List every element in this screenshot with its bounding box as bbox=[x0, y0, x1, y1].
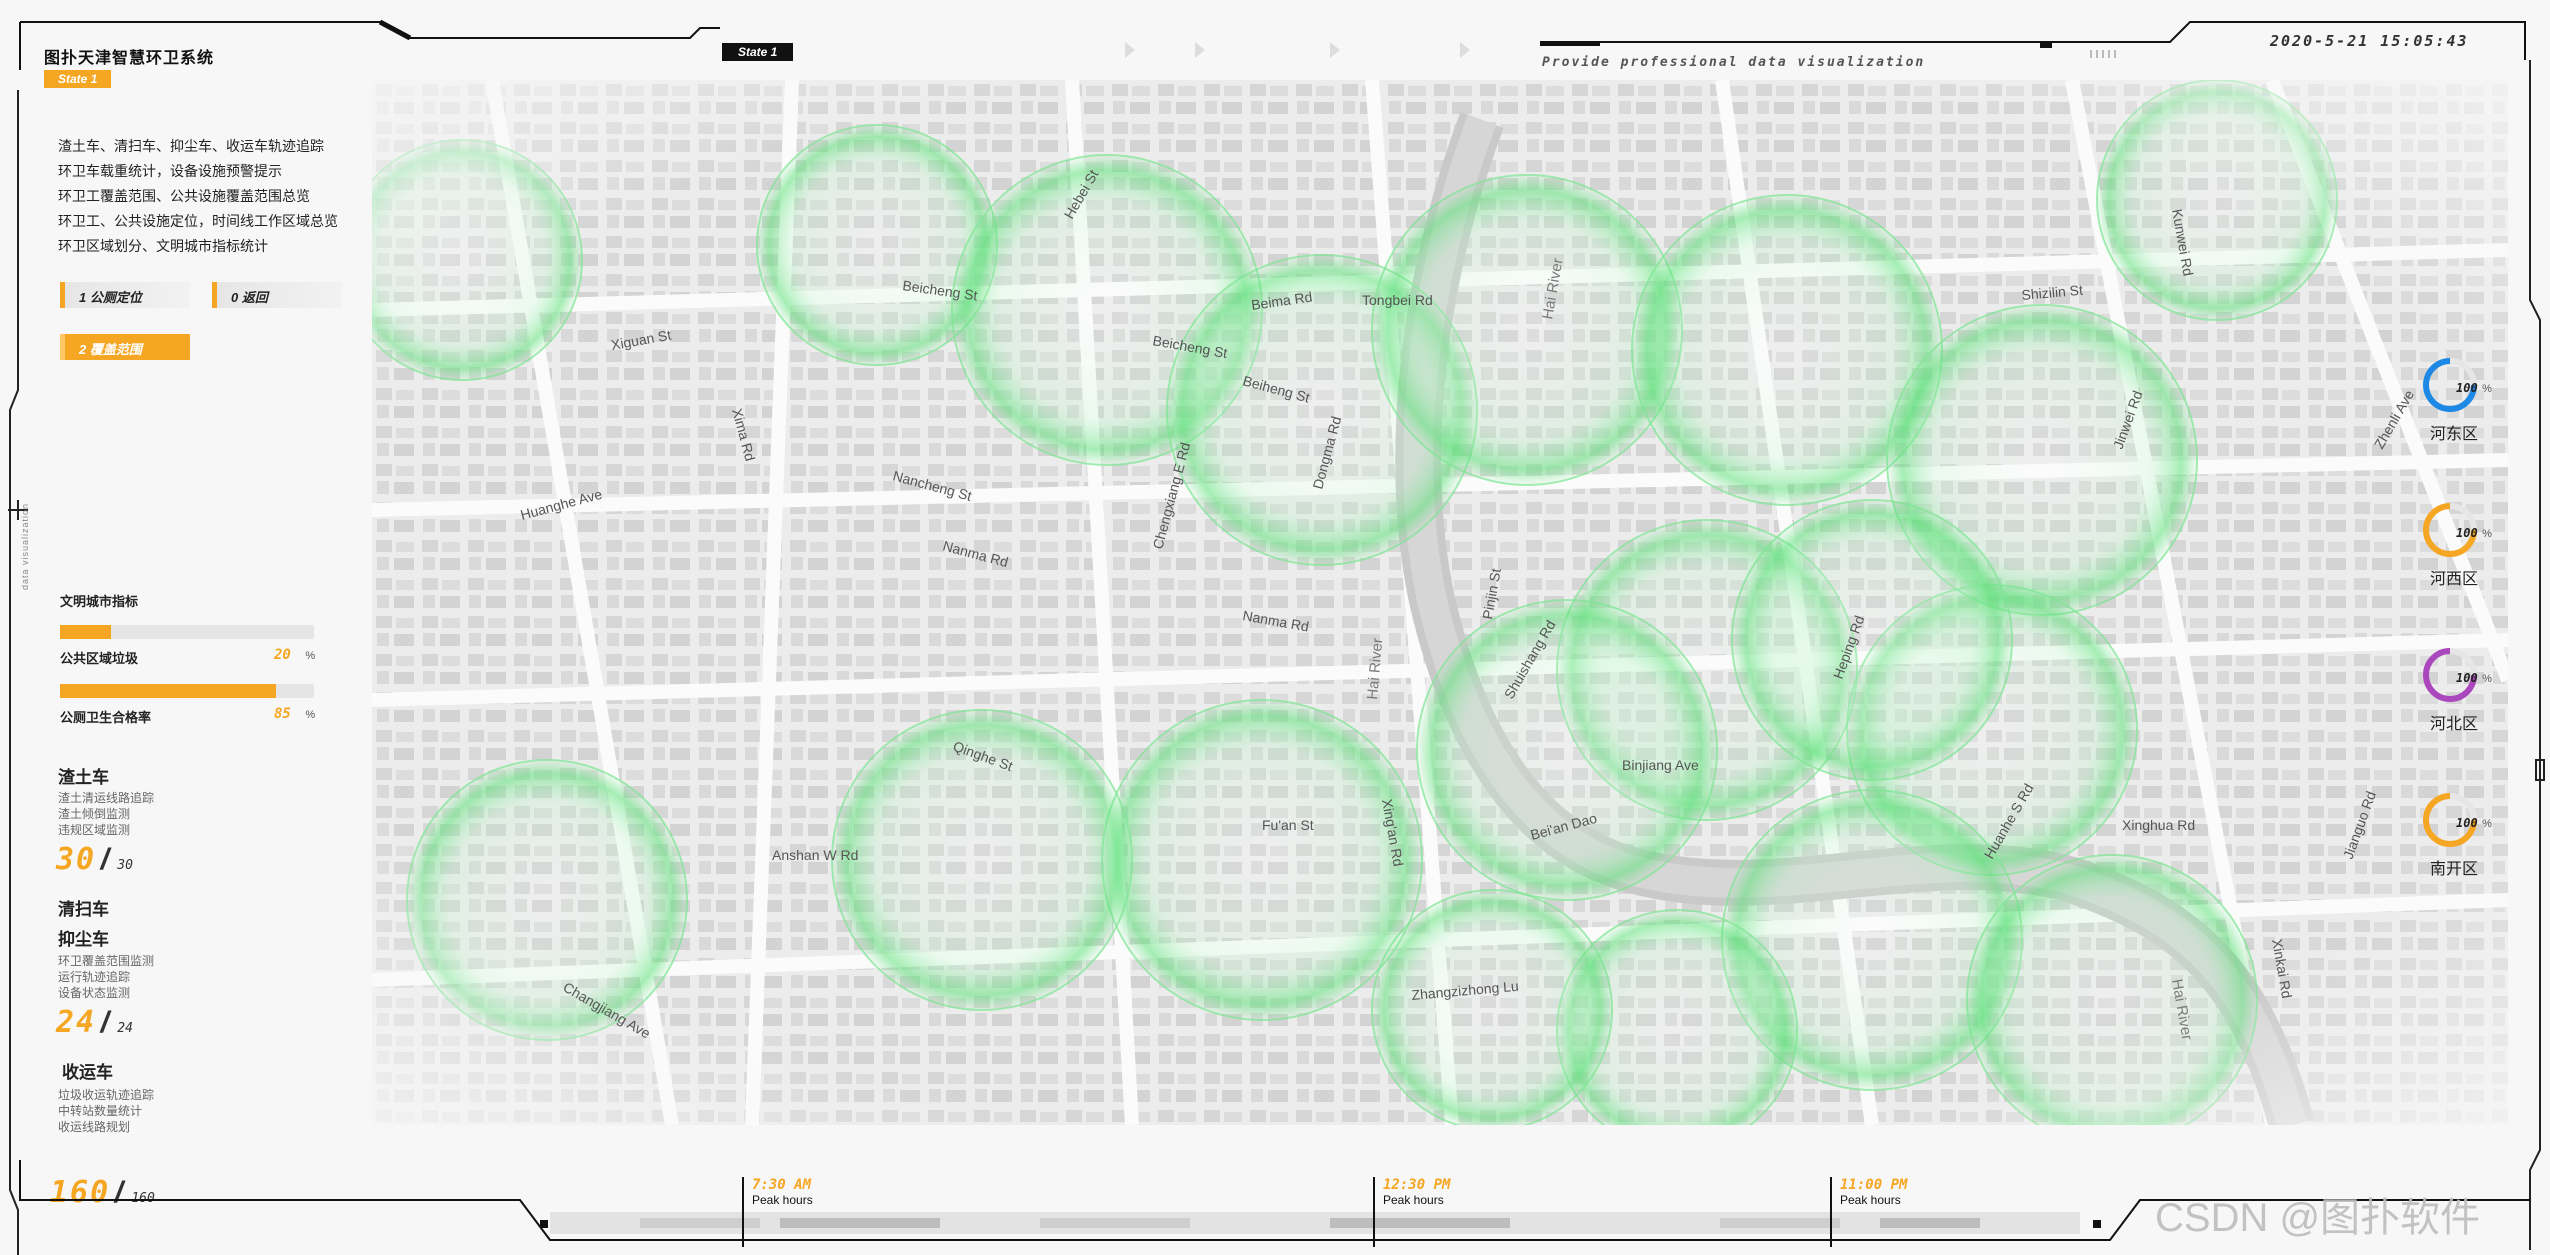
toilet-label: 公厕卫生合格率 bbox=[60, 710, 152, 725]
sweeper-count-value: 24 bbox=[56, 1005, 97, 1040]
gauge-value: 100 bbox=[2456, 381, 2478, 395]
desc-line: 设备状态监测 bbox=[58, 986, 131, 1000]
header-frame bbox=[19, 19, 2526, 70]
map-canvas: Beicheng St Beima Rd Tongbei RdXiguan StHu… bbox=[372, 80, 2508, 1125]
sweeper-count-total: 24 bbox=[117, 1021, 133, 1036]
peak-time: 12:30 PM bbox=[1383, 1177, 1451, 1193]
district-name: 河东区 bbox=[2430, 426, 2479, 443]
district-gauge[interactable]: 100 % 河北区 bbox=[2420, 645, 2530, 734]
slash: / bbox=[100, 1006, 118, 1039]
toilet-progress-fill bbox=[60, 684, 276, 698]
garbage-unit: % bbox=[305, 650, 316, 662]
datetime-display: 2020-5-21 15:05:43 bbox=[2270, 32, 2469, 50]
street-label: Anshan W Rd bbox=[772, 847, 858, 863]
desc-line: 违规区域监测 bbox=[58, 823, 131, 837]
district-gauge[interactable]: 100 % 南开区 bbox=[2420, 790, 2530, 879]
desc-line: 环卫覆盖范围监测 bbox=[58, 954, 155, 968]
app-title: 图扑天津智慧环卫系统 bbox=[44, 50, 215, 67]
timeline-marker[interactable]: 11:00 PM Peak hours bbox=[1830, 1177, 1907, 1247]
muck-truck-title: 渣土车 bbox=[58, 768, 109, 787]
toilet-unit: % bbox=[305, 709, 316, 721]
collector-desc: 垃圾收运轨迹追踪 中转站数量统计 收运线路规划 bbox=[58, 1087, 154, 1135]
timeline-marker[interactable]: 12:30 PM Peak hours bbox=[1373, 1177, 1450, 1247]
street-label: Xinghua Rd bbox=[2122, 817, 2195, 833]
peak-time: 7:30 AM bbox=[752, 1177, 812, 1193]
street-label: Fu'an St bbox=[1262, 817, 1314, 833]
street-label: Binjiang Ave bbox=[1622, 757, 1699, 773]
left-frame bbox=[8, 90, 28, 1255]
gauge-unit: % bbox=[2482, 673, 2492, 685]
desc-line: 中转站数量统计 bbox=[58, 1104, 143, 1118]
garbage-progress-bar bbox=[60, 625, 314, 639]
right-frame bbox=[2529, 60, 2545, 1250]
desc-line: 渣土清运线路追踪 bbox=[58, 791, 155, 805]
district-name: 河北区 bbox=[2430, 716, 2479, 733]
peak-time: 11:00 PM bbox=[1840, 1177, 1908, 1193]
garbage-label: 公共区域垃圾 bbox=[60, 651, 139, 666]
sweeper-desc: 环卫覆盖范围监测 运行轨迹追踪 设备状态监测 bbox=[58, 953, 154, 1001]
civil-index-title: 文明城市指标 bbox=[60, 594, 139, 609]
city-map[interactable]: Beicheng St Beima Rd Tongbei Rd Xiguan St Hu… bbox=[372, 80, 2508, 1125]
peak-label: Peak hours bbox=[752, 1193, 813, 1207]
state-badge: State 1 bbox=[722, 43, 794, 61]
district-name: 河西区 bbox=[2430, 571, 2479, 588]
coverage-button[interactable]: 2 覆盖范围 bbox=[60, 334, 190, 360]
district-gauge[interactable]: 100 % 河西区 bbox=[2420, 500, 2530, 589]
peak-label: Peak hours bbox=[1383, 1193, 1444, 1207]
dust-truck-title: 抑尘车 bbox=[58, 930, 109, 949]
back-button[interactable]: 0 返回 bbox=[212, 282, 342, 308]
gauge-unit: % bbox=[2482, 383, 2492, 395]
state-tag: State 1 bbox=[44, 70, 112, 88]
district-gauge[interactable]: 100 % 河东区 bbox=[2420, 355, 2530, 444]
slash: / bbox=[100, 843, 118, 876]
sweeper-title: 清扫车 bbox=[58, 900, 109, 919]
gauge-value: 100 bbox=[2456, 816, 2478, 830]
desc-line: 垃圾收运轨迹追踪 bbox=[58, 1088, 155, 1102]
public-toilet-locate-button[interactable]: 1 公厕定位 bbox=[60, 282, 190, 308]
peak-label: Peak hours bbox=[1840, 1193, 1901, 1207]
desc-line: 运行轨迹追踪 bbox=[58, 970, 131, 984]
gauge-unit: % bbox=[2482, 528, 2492, 540]
garbage-progress-fill bbox=[60, 625, 111, 639]
timeline-marker[interactable]: 7:30 AM Peak hours bbox=[742, 1177, 813, 1247]
muck-count-total: 30 bbox=[117, 858, 133, 873]
gauge-value: 100 bbox=[2456, 671, 2478, 685]
header-subtitle: Provide professional data visualization bbox=[1542, 55, 1926, 70]
feature-item: 渣土车、清扫车、抑尘车、收运车轨迹追踪 bbox=[58, 138, 324, 154]
gauge-unit: % bbox=[2482, 818, 2492, 830]
toilet-progress-bar bbox=[60, 684, 314, 698]
feature-item: 环卫工、公共设施定位，时间线工作区域总览 bbox=[58, 213, 338, 229]
sweeper-count: 24 / 24 bbox=[56, 1005, 133, 1040]
collector-title: 收运车 bbox=[62, 1063, 113, 1082]
desc-line: 收运线路规划 bbox=[58, 1120, 131, 1134]
feature-item: 环卫工覆盖范围、公共设施覆盖范围总览 bbox=[58, 188, 310, 204]
desc-line: 渣土倾倒监测 bbox=[58, 807, 131, 821]
muck-truck-desc: 渣土清运线路追踪 渣土倾倒监测 违规区域监测 bbox=[58, 790, 154, 838]
toilet-value: 85 bbox=[274, 706, 291, 722]
side-caption: data visualization bbox=[20, 502, 30, 590]
garbage-value: 20 bbox=[274, 647, 291, 663]
gauge-value: 100 bbox=[2456, 526, 2478, 540]
feature-item: 环卫车载重统计，设备设施预警提示 bbox=[58, 163, 282, 179]
feature-item: 环卫区域划分、文明城市指标统计 bbox=[58, 238, 268, 254]
watermark: CSDN @图扑软件 bbox=[2155, 1196, 2481, 1240]
district-name: 南开区 bbox=[2430, 861, 2479, 878]
muck-count-value: 30 bbox=[56, 842, 97, 877]
muck-truck-count: 30 / 30 bbox=[56, 842, 133, 877]
street-label: Tongbei Rd bbox=[1362, 292, 1433, 308]
